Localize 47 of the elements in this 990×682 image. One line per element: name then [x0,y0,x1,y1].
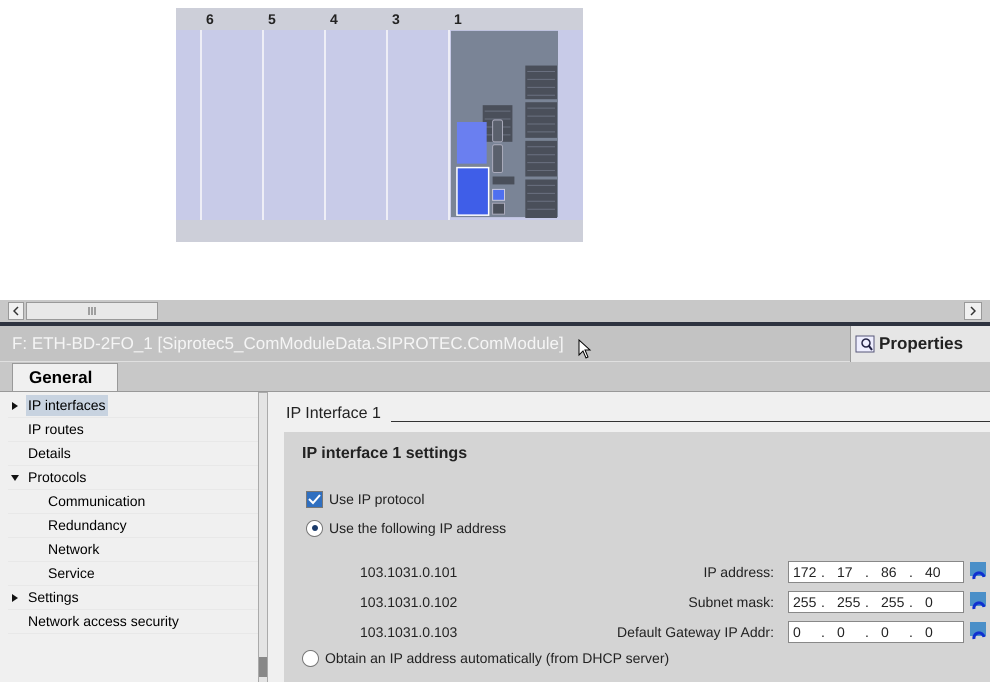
nav-item[interactable]: Protocols [26,467,88,488]
grip-icon [88,307,96,315]
nav-item[interactable]: Communication [46,491,148,512]
horizontal-scrollbar[interactable] [0,300,990,322]
ip-input-field[interactable]: 255 . 255 . 255 . 0 [788,591,964,613]
vertical-scrollbar[interactable] [258,392,268,682]
nav-item[interactable]: Redundancy [46,515,129,536]
checkbox[interactable] [306,490,323,508]
nav-item[interactable]: Settings [26,587,81,608]
parameter-number: 103.1031.0.101 [359,562,458,582]
scroll-right-button[interactable] [964,302,982,320]
field-label: IP address: [702,562,775,582]
nav-item[interactable]: IP interfaces [26,395,108,416]
collapsed-arrow-icon[interactable] [11,594,19,602]
expanded-arrow-icon[interactable] [11,474,19,482]
slot-number: 1 [454,10,462,28]
checkbox-label: Use IP protocol [329,490,424,509]
left-chevron-icon [13,306,19,316]
scroll-left-button[interactable] [8,302,24,320]
collapsed-arrow-icon[interactable] [11,402,19,410]
ip-input-field[interactable]: 0 . 0 . 0 . 0 [788,621,964,643]
radio-button[interactable] [302,650,319,666]
right-chevron-icon [970,306,976,316]
radio-label: Obtain an IP address automatically (from DHCP server) [325,648,670,668]
slot-number: 5 [268,10,276,28]
nav-item[interactable]: IP routes [26,419,86,440]
scroll-thumb[interactable] [26,302,158,320]
field-label: Subnet mask: [687,592,775,612]
nav-item[interactable]: Network access security [26,611,181,632]
section-title: IP Interface 1 [286,404,381,424]
slot-number: 3 [392,10,400,28]
group-title: IP interface 1 settings [302,444,468,464]
slot-number: 4 [330,10,338,28]
tab[interactable]: General [12,363,118,391]
parameter-number: 103.1031.0.103 [359,622,458,642]
radio-button[interactable] [306,520,323,536]
nav-item[interactable]: Network [46,539,102,560]
ip-input-field[interactable]: 172 . 17 . 86 . 40 [788,561,964,583]
slot-number: 6 [206,10,214,28]
mouse-cursor-icon [578,338,592,358]
radio-label: Use the following IP address [329,518,506,538]
nav-item[interactable]: Service [46,563,97,584]
nav-item[interactable]: Details [26,443,73,464]
parameter-number: 103.1031.0.102 [359,592,458,612]
properties-tab[interactable]: Properties [850,326,990,362]
magnifier-icon [855,334,875,352]
field-label: Default Gateway IP Addr: [616,622,775,642]
